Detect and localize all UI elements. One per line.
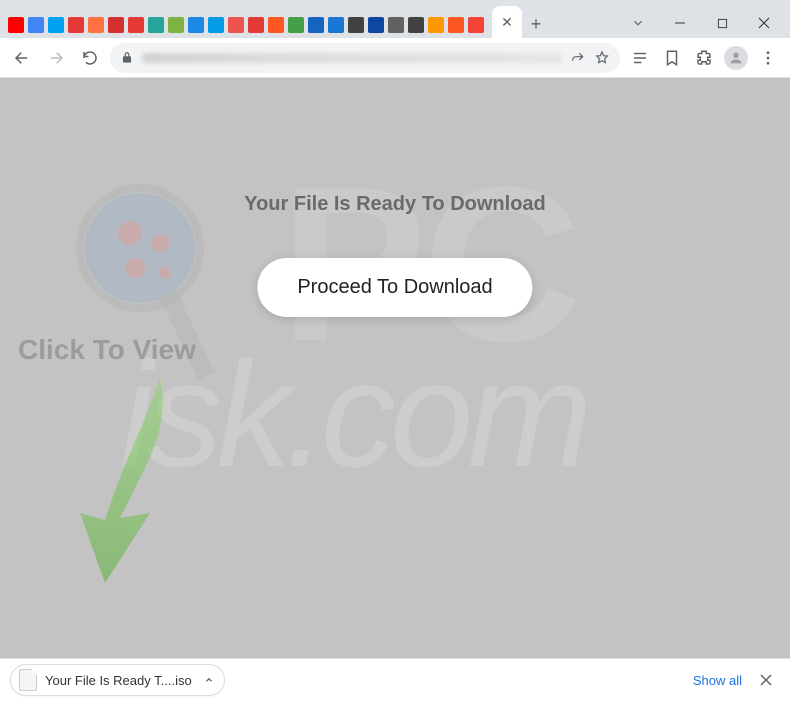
extension-wave-icon[interactable]: [428, 17, 444, 33]
extension-play2-icon[interactable]: [288, 17, 304, 33]
extension-doc-icon[interactable]: [188, 17, 204, 33]
extension-disc-icon[interactable]: [348, 17, 364, 33]
extension-rec-icon[interactable]: [248, 17, 264, 33]
minimize-button[interactable]: [660, 8, 700, 38]
extension-dl4-icon[interactable]: [468, 17, 484, 33]
extension-youtube-icon[interactable]: [8, 17, 24, 33]
extension-dl-red-icon[interactable]: [68, 17, 84, 33]
show-all-button[interactable]: Show all: [683, 667, 752, 694]
menu-dots-icon[interactable]: [754, 44, 782, 72]
active-tab[interactable]: ✕: [492, 6, 522, 38]
browser-titlebar: ✕ +: [0, 0, 790, 38]
reload-button[interactable]: [76, 44, 104, 72]
extension-dl-red2-icon[interactable]: [128, 17, 144, 33]
toolbar-right: [626, 44, 782, 72]
back-button[interactable]: [8, 44, 36, 72]
profile-avatar[interactable]: [722, 44, 750, 72]
download-item[interactable]: Your File Is Ready T....iso: [10, 664, 225, 696]
extension-sc-icon[interactable]: [448, 17, 464, 33]
address-bar[interactable]: [110, 43, 620, 73]
page-content: PC isk.com Your File Is Ready To Downloa…: [0, 78, 790, 658]
extension-l-icon[interactable]: [328, 17, 344, 33]
download-chevron-icon[interactable]: [204, 675, 214, 685]
extensions-icon[interactable]: [690, 44, 718, 72]
new-tab-button[interactable]: +: [522, 10, 550, 38]
extension-dl3-icon[interactable]: [268, 17, 284, 33]
file-icon: [19, 669, 37, 691]
url-text-blurred: [142, 53, 562, 63]
extension-cloud-dl-icon[interactable]: [48, 17, 64, 33]
extension-audio-icon[interactable]: [228, 17, 244, 33]
share-icon[interactable]: [570, 50, 586, 66]
forward-button[interactable]: [42, 44, 70, 72]
extension-play3-icon[interactable]: [408, 17, 424, 33]
bookmark-icon[interactable]: [658, 44, 686, 72]
window-controls: [618, 8, 790, 38]
extension-code-icon[interactable]: [208, 17, 224, 33]
lock-icon: [120, 51, 134, 65]
maximize-button[interactable]: [702, 8, 742, 38]
extension-icons-row: [0, 13, 490, 38]
bookmark-star-icon[interactable]: [594, 50, 610, 66]
browser-toolbar: [0, 38, 790, 78]
download-bar: Your File Is Ready T....iso Show all: [0, 658, 790, 701]
extension-play-icon[interactable]: [108, 17, 124, 33]
close-download-bar-button[interactable]: [752, 674, 780, 686]
extension-note-icon[interactable]: [168, 17, 184, 33]
down-arrow-icon: [50, 368, 190, 588]
proceed-download-button[interactable]: Proceed To Download: [257, 258, 532, 317]
extension-google-icon[interactable]: [28, 17, 44, 33]
reading-list-icon[interactable]: [626, 44, 654, 72]
headline-text: Your File Is Ready To Download: [0, 193, 790, 216]
extension-cloud2-icon[interactable]: [88, 17, 104, 33]
extension-eq-icon[interactable]: [368, 17, 384, 33]
tab-search-chevron-icon[interactable]: [618, 8, 658, 38]
download-filename: Your File Is Ready T....iso: [45, 673, 192, 688]
close-window-button[interactable]: [744, 8, 784, 38]
click-to-view-text: Click To View: [18, 334, 196, 366]
close-tab-icon[interactable]: ✕: [501, 14, 513, 31]
extension-music-icon[interactable]: [148, 17, 164, 33]
extension-tv-icon[interactable]: [308, 17, 324, 33]
extension-globe-icon[interactable]: [388, 17, 404, 33]
